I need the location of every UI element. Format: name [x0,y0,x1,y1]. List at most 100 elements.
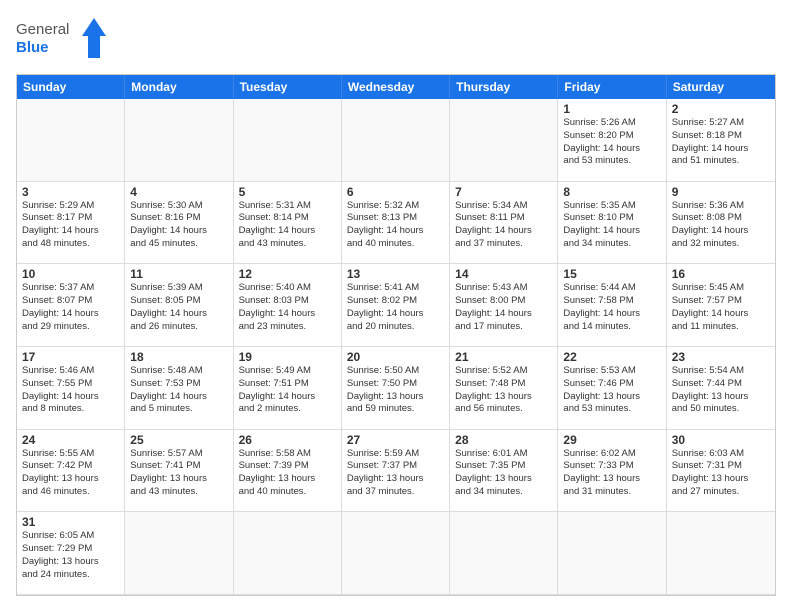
cell-info: Sunrise: 5:45 AM Sunset: 7:57 PM Dayligh… [672,282,770,333]
cell-day-number: 8 [563,185,660,199]
cell-info: Sunrise: 5:54 AM Sunset: 7:44 PM Dayligh… [672,365,770,416]
cell-day-number: 11 [130,267,227,281]
cell-info: Sunrise: 6:02 AM Sunset: 7:33 PM Dayligh… [563,448,660,499]
empty-cell [125,512,233,595]
calendar-cell: 18Sunrise: 5:48 AM Sunset: 7:53 PM Dayli… [125,347,233,430]
calendar-cell: 20Sunrise: 5:50 AM Sunset: 7:50 PM Dayli… [342,347,450,430]
cell-day-number: 14 [455,267,552,281]
cell-info: Sunrise: 5:58 AM Sunset: 7:39 PM Dayligh… [239,448,336,499]
calendar-cell: 31Sunrise: 6:05 AM Sunset: 7:29 PM Dayli… [17,512,125,595]
calendar-cell: 15Sunrise: 5:44 AM Sunset: 7:58 PM Dayli… [558,264,666,347]
empty-cell [17,99,125,182]
cell-day-number: 13 [347,267,444,281]
cell-day-number: 31 [22,515,119,529]
cell-info: Sunrise: 5:35 AM Sunset: 8:10 PM Dayligh… [563,200,660,251]
cell-day-number: 9 [672,185,770,199]
calendar: SundayMondayTuesdayWednesdayThursdayFrid… [16,74,776,596]
cell-info: Sunrise: 5:48 AM Sunset: 7:53 PM Dayligh… [130,365,227,416]
svg-text:Blue: Blue [16,39,49,56]
logo: General Blue [16,16,111,64]
cell-info: Sunrise: 5:29 AM Sunset: 8:17 PM Dayligh… [22,200,119,251]
cell-info: Sunrise: 5:36 AM Sunset: 8:08 PM Dayligh… [672,200,770,251]
calendar-cell: 22Sunrise: 5:53 AM Sunset: 7:46 PM Dayli… [558,347,666,430]
calendar-cell: 24Sunrise: 5:55 AM Sunset: 7:42 PM Dayli… [17,430,125,513]
calendar-cell: 17Sunrise: 5:46 AM Sunset: 7:55 PM Dayli… [17,347,125,430]
cell-day-number: 26 [239,433,336,447]
cell-day-number: 5 [239,185,336,199]
calendar-cell: 23Sunrise: 5:54 AM Sunset: 7:44 PM Dayli… [667,347,775,430]
day-header: Tuesday [234,75,342,99]
cell-day-number: 24 [22,433,119,447]
calendar-cell: 21Sunrise: 5:52 AM Sunset: 7:48 PM Dayli… [450,347,558,430]
calendar-cell: 28Sunrise: 6:01 AM Sunset: 7:35 PM Dayli… [450,430,558,513]
cell-info: Sunrise: 5:30 AM Sunset: 8:16 PM Dayligh… [130,200,227,251]
logo-svg: General Blue [16,16,111,64]
calendar-cell: 2Sunrise: 5:27 AM Sunset: 8:18 PM Daylig… [667,99,775,182]
empty-cell [125,99,233,182]
cell-info: Sunrise: 5:52 AM Sunset: 7:48 PM Dayligh… [455,365,552,416]
calendar-cell: 6Sunrise: 5:32 AM Sunset: 8:13 PM Daylig… [342,182,450,265]
day-header: Saturday [667,75,775,99]
cell-info: Sunrise: 5:43 AM Sunset: 8:00 PM Dayligh… [455,282,552,333]
cell-info: Sunrise: 5:31 AM Sunset: 8:14 PM Dayligh… [239,200,336,251]
calendar-cell: 4Sunrise: 5:30 AM Sunset: 8:16 PM Daylig… [125,182,233,265]
calendar-cell: 14Sunrise: 5:43 AM Sunset: 8:00 PM Dayli… [450,264,558,347]
calendar-cell: 30Sunrise: 6:03 AM Sunset: 7:31 PM Dayli… [667,430,775,513]
empty-cell [667,512,775,595]
day-header: Wednesday [342,75,450,99]
calendar-cell: 27Sunrise: 5:59 AM Sunset: 7:37 PM Dayli… [342,430,450,513]
cell-info: Sunrise: 5:44 AM Sunset: 7:58 PM Dayligh… [563,282,660,333]
empty-cell [234,99,342,182]
cell-day-number: 28 [455,433,552,447]
calendar-cell: 11Sunrise: 5:39 AM Sunset: 8:05 PM Dayli… [125,264,233,347]
cell-info: Sunrise: 5:40 AM Sunset: 8:03 PM Dayligh… [239,282,336,333]
calendar-cell: 9Sunrise: 5:36 AM Sunset: 8:08 PM Daylig… [667,182,775,265]
day-header: Friday [558,75,666,99]
cell-day-number: 1 [563,102,660,116]
calendar-cell: 8Sunrise: 5:35 AM Sunset: 8:10 PM Daylig… [558,182,666,265]
cell-info: Sunrise: 5:39 AM Sunset: 8:05 PM Dayligh… [130,282,227,333]
cell-day-number: 15 [563,267,660,281]
cell-info: Sunrise: 5:59 AM Sunset: 7:37 PM Dayligh… [347,448,444,499]
cell-day-number: 17 [22,350,119,364]
calendar-cell: 29Sunrise: 6:02 AM Sunset: 7:33 PM Dayli… [558,430,666,513]
day-header: Monday [125,75,233,99]
empty-cell [558,512,666,595]
cell-day-number: 6 [347,185,444,199]
empty-cell [342,512,450,595]
cell-day-number: 12 [239,267,336,281]
cell-info: Sunrise: 5:57 AM Sunset: 7:41 PM Dayligh… [130,448,227,499]
cell-day-number: 4 [130,185,227,199]
cell-info: Sunrise: 5:41 AM Sunset: 8:02 PM Dayligh… [347,282,444,333]
calendar-cell: 12Sunrise: 5:40 AM Sunset: 8:03 PM Dayli… [234,264,342,347]
cell-info: Sunrise: 5:50 AM Sunset: 7:50 PM Dayligh… [347,365,444,416]
cell-info: Sunrise: 5:32 AM Sunset: 8:13 PM Dayligh… [347,200,444,251]
calendar-cell: 10Sunrise: 5:37 AM Sunset: 8:07 PM Dayli… [17,264,125,347]
cell-day-number: 3 [22,185,119,199]
cell-day-number: 27 [347,433,444,447]
cell-day-number: 29 [563,433,660,447]
calendar-cell: 1Sunrise: 5:26 AM Sunset: 8:20 PM Daylig… [558,99,666,182]
cell-info: Sunrise: 5:53 AM Sunset: 7:46 PM Dayligh… [563,365,660,416]
cell-day-number: 16 [672,267,770,281]
cell-day-number: 7 [455,185,552,199]
calendar-cell: 3Sunrise: 5:29 AM Sunset: 8:17 PM Daylig… [17,182,125,265]
cell-day-number: 10 [22,267,119,281]
empty-cell [450,99,558,182]
calendar-grid: 1Sunrise: 5:26 AM Sunset: 8:20 PM Daylig… [17,99,775,595]
cell-info: Sunrise: 5:46 AM Sunset: 7:55 PM Dayligh… [22,365,119,416]
cell-day-number: 19 [239,350,336,364]
day-header: Sunday [17,75,125,99]
cell-info: Sunrise: 6:03 AM Sunset: 7:31 PM Dayligh… [672,448,770,499]
calendar-cell: 16Sunrise: 5:45 AM Sunset: 7:57 PM Dayli… [667,264,775,347]
day-headers: SundayMondayTuesdayWednesdayThursdayFrid… [17,75,775,99]
calendar-cell: 26Sunrise: 5:58 AM Sunset: 7:39 PM Dayli… [234,430,342,513]
cell-info: Sunrise: 6:01 AM Sunset: 7:35 PM Dayligh… [455,448,552,499]
cell-day-number: 2 [672,102,770,116]
svg-text:General: General [16,21,69,38]
calendar-cell: 7Sunrise: 5:34 AM Sunset: 8:11 PM Daylig… [450,182,558,265]
cell-day-number: 22 [563,350,660,364]
empty-cell [450,512,558,595]
cell-info: Sunrise: 5:49 AM Sunset: 7:51 PM Dayligh… [239,365,336,416]
calendar-cell: 5Sunrise: 5:31 AM Sunset: 8:14 PM Daylig… [234,182,342,265]
